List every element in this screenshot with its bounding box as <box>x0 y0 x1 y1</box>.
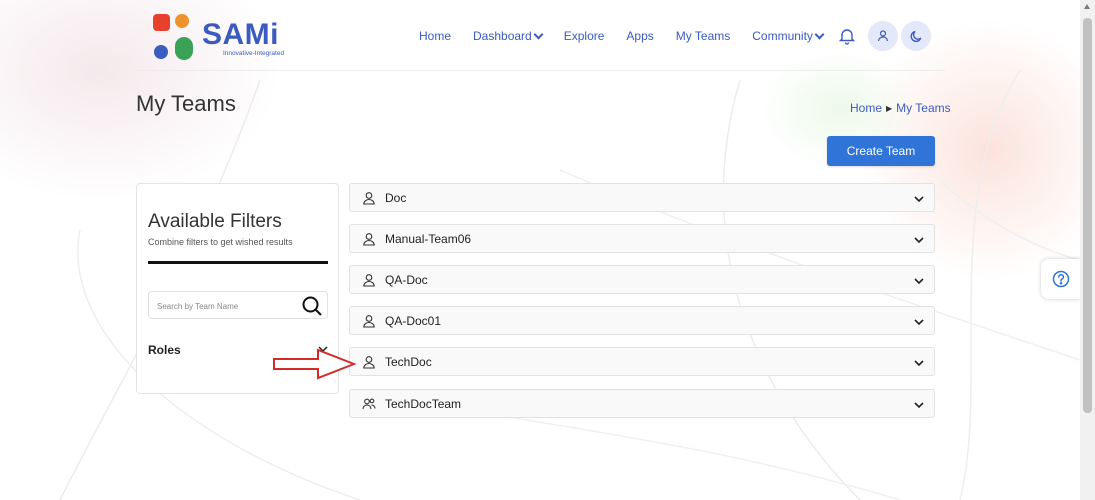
nav-apps[interactable]: Apps <box>626 29 653 43</box>
moon-icon <box>910 30 922 43</box>
top-navbar: SAMi Innovative-Integrated Home Dashboar… <box>135 0 945 71</box>
chevron-down-icon[interactable] <box>913 357 925 369</box>
users-icon <box>362 398 376 410</box>
nav-dashboard-label: Dashboard <box>473 29 532 43</box>
user-icon <box>363 233 375 246</box>
help-button[interactable] <box>1041 259 1081 299</box>
theme-toggle-button[interactable] <box>901 21 931 51</box>
brand-logo[interactable]: SAMi Innovative-Integrated <box>151 12 291 62</box>
team-row[interactable]: Manual-Team06 <box>349 224 935 253</box>
user-icon <box>363 192 375 205</box>
filters-divider <box>148 261 328 264</box>
user-icon <box>363 315 375 328</box>
chevron-down-icon[interactable] <box>913 316 925 328</box>
team-search-input[interactable] <box>157 298 287 314</box>
team-name: Manual-Team06 <box>385 232 472 246</box>
scrollbar-thumb[interactable] <box>1083 18 1092 413</box>
search-icon[interactable] <box>301 295 323 317</box>
caret-right-icon: ▶ <box>886 103 893 113</box>
bell-icon[interactable] <box>837 26 857 46</box>
page-title: My Teams <box>136 91 236 116</box>
main-nav: Home Dashboard Explore Apps My Teams Com… <box>419 26 845 46</box>
nav-community[interactable]: Community <box>752 29 825 43</box>
nav-home[interactable]: Home <box>419 29 451 43</box>
help-icon <box>1052 270 1070 288</box>
breadcrumb: Home ▶ My Teams <box>850 101 951 115</box>
team-row[interactable]: QA-Doc01 <box>349 306 935 335</box>
nav-my-teams[interactable]: My Teams <box>676 29 730 43</box>
team-row[interactable]: QA-Doc <box>349 265 935 294</box>
filters-title: Available Filters <box>148 211 282 232</box>
page-scrollbar[interactable] <box>1080 0 1095 500</box>
scroll-up-icon[interactable] <box>1084 4 1090 9</box>
breadcrumb-current: My Teams <box>896 101 951 115</box>
filters-subtitle: Combine filters to get wished results <box>148 237 293 247</box>
team-name: Doc <box>385 191 407 205</box>
team-name: QA-Doc01 <box>385 314 442 328</box>
user-icon <box>363 356 375 369</box>
breadcrumb-home[interactable]: Home <box>850 101 882 115</box>
user-profile-button[interactable] <box>868 21 898 51</box>
logo-mark-icon <box>153 14 193 60</box>
user-icon <box>877 30 889 42</box>
nav-explore-label: Explore <box>563 29 605 43</box>
team-row[interactable]: TechDocTeam <box>349 389 935 418</box>
nav-community-label: Community <box>752 29 813 43</box>
team-search-box <box>148 291 328 319</box>
brand-name: SAMi <box>202 18 279 51</box>
team-name: TechDoc <box>385 355 432 369</box>
roles-filter-label[interactable]: Roles <box>148 343 181 357</box>
team-row[interactable]: TechDoc <box>349 347 935 376</box>
create-team-button[interactable]: Create Team <box>827 136 935 166</box>
brand-tagline: Innovative-Integrated <box>223 50 285 57</box>
chevron-down-icon[interactable] <box>913 234 925 246</box>
annotation-arrow-icon <box>273 348 356 380</box>
user-icon <box>363 274 375 287</box>
nav-dashboard[interactable]: Dashboard <box>473 29 544 43</box>
chevron-down-icon[interactable] <box>913 399 925 411</box>
nav-apps-label: Apps <box>626 29 654 43</box>
nav-my-teams-label: My Teams <box>675 29 731 43</box>
chevron-down-icon <box>533 29 544 39</box>
chevron-down-icon[interactable] <box>913 275 925 287</box>
nav-explore[interactable]: Explore <box>564 29 605 43</box>
chevron-down-icon <box>814 29 825 39</box>
nav-home-label: Home <box>419 29 452 43</box>
team-name: TechDocTeam <box>385 397 462 411</box>
team-name: QA-Doc <box>385 273 428 287</box>
chevron-down-icon[interactable] <box>913 193 925 205</box>
team-row[interactable]: Doc <box>349 183 935 212</box>
